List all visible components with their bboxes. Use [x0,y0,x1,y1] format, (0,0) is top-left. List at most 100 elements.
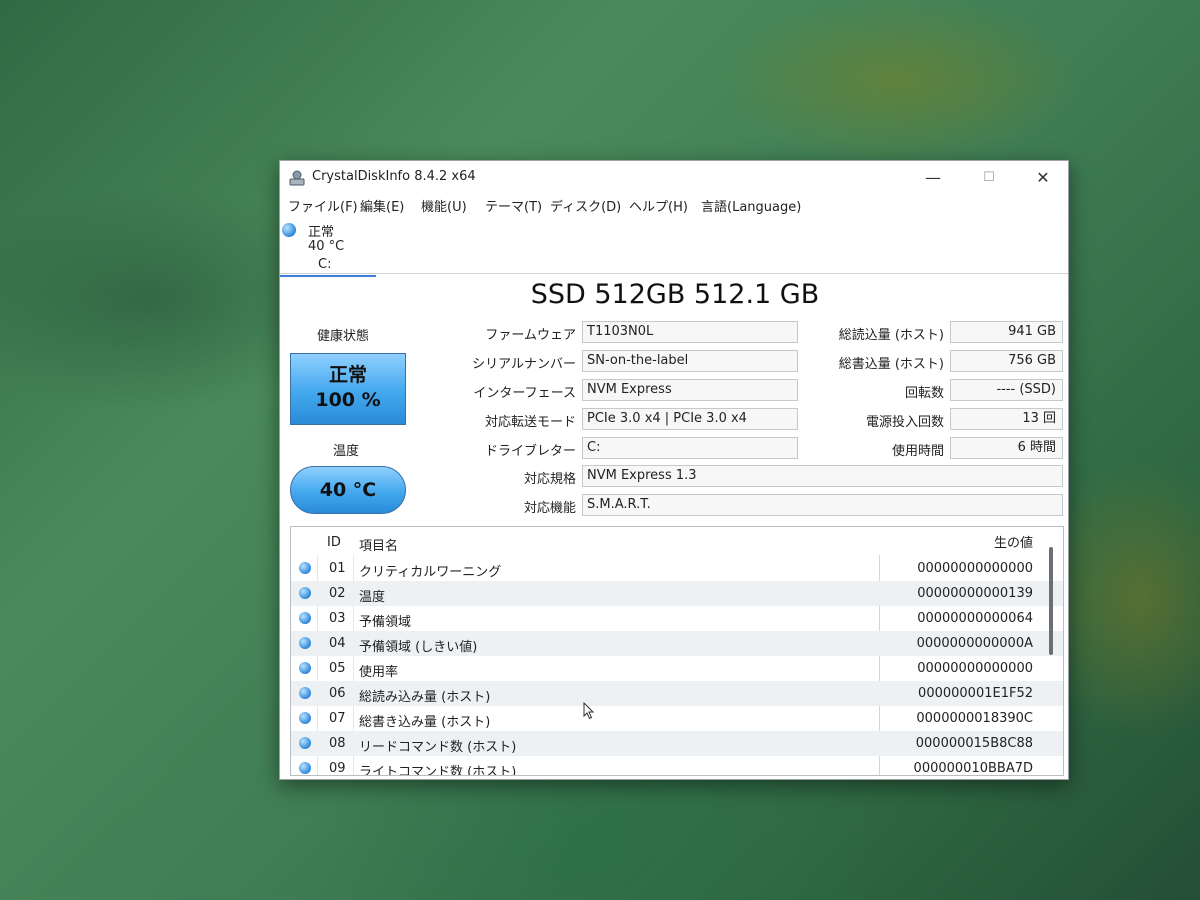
firmware-label: ファームウェア [485,328,576,343]
row-raw: 000000010BBA7D [913,761,1033,776]
minimize-button[interactable]: — [910,165,956,191]
features-label: 対応機能 [523,501,576,516]
header-raw[interactable]: 生の値 [994,532,1033,551]
row-name: 使用率 [359,665,399,680]
power-on-hours-value: 6 時間 [950,437,1063,459]
row-raw: 00000000000000 [917,661,1033,676]
menu-help[interactable]: ヘルプ(H) [629,196,688,215]
table-row[interactable]: 05 使用率 00000000000000 [291,656,1063,681]
health-label: 健康状態 [317,329,370,344]
health-status-button[interactable]: 正常 100 % [290,353,406,425]
status-dot-icon [299,762,311,774]
row-raw: 00000000000064 [917,611,1033,626]
menu-edit[interactable]: 編集(E) [360,196,404,215]
host-reads-value: 941 GB [950,321,1063,343]
health-percent: 100 % [315,389,381,411]
table-row[interactable]: 09 ライトコマンド数 (ホスト) 000000010BBA7D [291,756,1063,776]
row-name: クリティカルワーニング [359,565,502,580]
health-status: 正常 [328,364,367,386]
row-raw: 00000000000139 [917,586,1033,601]
drive-letter-label: ドライブレター [484,444,576,459]
row-raw: 0000000000000A [916,636,1033,651]
table-row[interactable]: 03 予備領域 00000000000064 [291,606,1063,631]
crystaldiskinfo-window: CrystalDiskInfo 8.4.2 x64 — ☐ ✕ ファイル(F) … [279,160,1069,780]
row-id: 03 [329,611,346,626]
app-disk-icon [289,170,305,186]
status-dot-icon [299,687,311,699]
row-raw: 000000015B8C88 [915,736,1033,751]
row-raw: 000000001E1F52 [918,686,1033,701]
disk-status-icon [282,223,296,237]
rotation-rate-label: 回転数 [904,386,944,401]
menu-disk[interactable]: ディスク(D) [550,196,621,215]
row-id: 04 [329,636,346,651]
transfer-mode-label: 対応転送モード [484,415,576,430]
row-name: リードコマンド数 (ホスト) [359,740,517,755]
header-id[interactable]: ID [327,535,341,550]
table-scrollbar[interactable] [1049,547,1053,655]
title-bar[interactable]: CrystalDiskInfo 8.4.2 x64 — ☐ ✕ [280,161,1068,193]
mouse-cursor-icon [583,702,595,720]
menu-theme[interactable]: テーマ(T) [485,196,542,215]
status-dot-icon [299,612,311,624]
row-name: 予備領域 (しきい値) [359,640,478,655]
rotation-rate-value: ---- (SSD) [950,379,1063,401]
disk-tab-status: 正常 [308,225,335,240]
temperature-label: 温度 [333,444,360,459]
temperature-button[interactable]: 40 °C [290,466,406,514]
status-dot-icon [299,662,311,674]
disk-tab-c[interactable]: 正常 40 °C C: [280,217,376,277]
interface-value: NVM Express [582,379,798,401]
menu-file[interactable]: ファイル(F) [288,196,358,215]
disk-model-title: SSD 512GB 512.1 GB [530,279,820,310]
table-row[interactable]: 04 予備領域 (しきい値) 0000000000000A [291,631,1063,656]
smart-attribute-table[interactable]: ID 項目名 生の値 01 クリティカルワーニング 00000000000000… [290,526,1064,776]
transfer-mode-value: PCIe 3.0 x4 | PCIe 3.0 x4 [582,408,798,430]
row-id: 02 [329,586,346,601]
status-dot-icon [299,587,311,599]
drive-letter-value: C: [582,437,798,459]
row-name: 総書き込み量 (ホスト) [359,715,491,730]
row-id: 09 [329,761,346,776]
host-reads-label: 総読込量 (ホスト) [838,328,944,343]
serial-value: SN-on-the-label [582,350,798,372]
interface-label: インターフェース [473,386,576,401]
row-raw: 0000000018390C [916,711,1033,726]
row-name: 総読み込み量 (ホスト) [359,690,491,705]
header-name[interactable]: 項目名 [359,535,398,554]
row-id: 07 [329,711,346,726]
serial-label: シリアルナンバー [472,357,576,372]
row-id: 06 [329,686,346,701]
table-header: ID 項目名 生の値 [291,527,1063,555]
table-row[interactable]: 06 総読み込み量 (ホスト) 000000001E1F52 [291,681,1063,706]
disk-tab-temp: 40 °C [308,239,345,254]
status-dot-icon [299,562,311,574]
menu-bar: ファイル(F) 編集(E) 機能(U) テーマ(T) ディスク(D) ヘルプ(H… [280,193,1068,215]
table-row[interactable]: 08 リードコマンド数 (ホスト) 000000015B8C88 [291,731,1063,756]
table-row[interactable]: 07 総書き込み量 (ホスト) 0000000018390C [291,706,1063,731]
power-on-hours-label: 使用時間 [891,444,944,459]
status-dot-icon [299,637,311,649]
status-dot-icon [299,737,311,749]
menu-language[interactable]: 言語(Language) [701,196,801,215]
row-name: 温度 [359,590,386,605]
close-button[interactable]: ✕ [1020,165,1066,191]
host-writes-value: 756 GB [950,350,1063,372]
menu-function[interactable]: 機能(U) [421,196,467,215]
tab-divider [280,273,1068,274]
window-title: CrystalDiskInfo 8.4.2 x64 [312,169,476,184]
standard-label: 対応規格 [523,472,576,487]
table-row[interactable]: 01 クリティカルワーニング 00000000000000 [291,556,1063,581]
row-name: ライトコマンド数 (ホスト) [359,765,517,776]
firmware-value: T1103N0L [582,321,798,343]
maximize-button[interactable]: ☐ [966,165,1012,191]
row-id: 05 [329,661,346,676]
host-writes-label: 総書込量 (ホスト) [838,357,944,372]
table-row[interactable]: 02 温度 00000000000139 [291,581,1063,606]
power-on-count-value: 13 回 [950,408,1063,430]
features-value: S.M.A.R.T. [582,494,1063,516]
standard-value: NVM Express 1.3 [582,465,1063,487]
row-raw: 00000000000000 [917,561,1033,576]
disk-tab-drive: C: [318,257,332,272]
row-id: 08 [329,736,346,751]
